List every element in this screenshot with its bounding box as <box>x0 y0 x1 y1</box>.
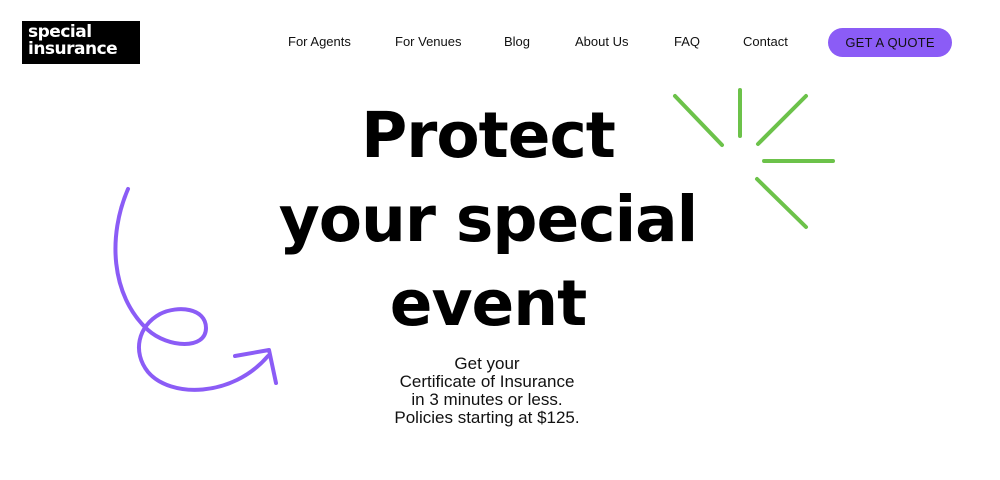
nav-link-blog[interactable]: Blog <box>504 30 530 54</box>
hero-subtitle-line: Certificate of Insurance <box>399 372 575 391</box>
hero-title-line: your special <box>278 183 699 256</box>
nav-link-for-venues[interactable]: For Venues <box>395 30 462 54</box>
get-a-quote-button[interactable]: GET A QUOTE <box>828 28 952 57</box>
hero-title-line: Protect <box>361 99 616 172</box>
nav-link-about-us[interactable]: About Us <box>575 30 628 54</box>
hero-title: Protect your special event <box>238 94 738 346</box>
hero-subtitle-line: Policies starting at $125. <box>394 408 580 427</box>
hero-subtitle-line: Get your <box>454 354 520 373</box>
hero-subtitle-line: in 3 minutes or less. <box>411 390 563 409</box>
nav-link-faq[interactable]: FAQ <box>674 30 700 54</box>
landing-page: special insurance For Agents For Venues … <box>0 0 1000 480</box>
hero-title-line: event <box>389 267 588 340</box>
nav-link-for-agents[interactable]: For Agents <box>288 30 351 54</box>
nav-link-contact[interactable]: Contact <box>743 30 788 54</box>
hero-subtitle: Get your Certificate of Insurance in 3 m… <box>337 355 637 427</box>
